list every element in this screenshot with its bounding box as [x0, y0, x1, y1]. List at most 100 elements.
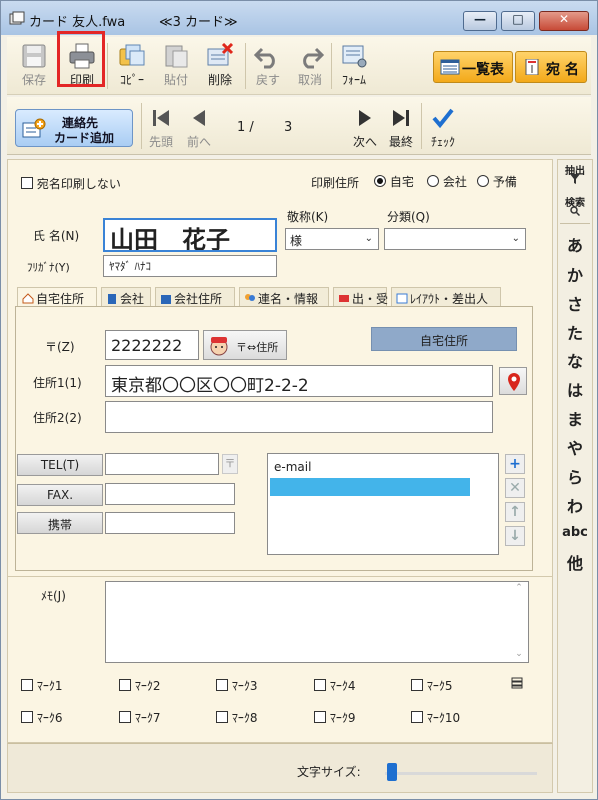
mark10-option[interactable]: ﾏｰｸ10 [411, 709, 460, 726]
previous-card-button[interactable]: 前へ [179, 105, 219, 153]
tab-layout-sender[interactable]: ﾚｲｱｳﾄ・差出人 [391, 287, 501, 307]
tel-input[interactable] [105, 453, 219, 475]
mark7-checkbox[interactable] [119, 711, 131, 723]
maximize-button[interactable]: □ [501, 11, 535, 31]
mark2-checkbox[interactable] [119, 679, 131, 691]
redo-button[interactable]: 取消 [287, 41, 333, 91]
radio-home[interactable] [374, 175, 386, 187]
add-email-button[interactable]: + [505, 454, 525, 474]
mark2-option[interactable]: ﾏｰｸ2 [119, 677, 160, 694]
radio-home-option[interactable]: 自宅 [374, 173, 414, 190]
index-ha[interactable]: は [558, 377, 592, 401]
save-button[interactable]: 保存 [11, 41, 57, 91]
mark1-option[interactable]: ﾏｰｸ1 [21, 677, 62, 694]
mark4-checkbox[interactable] [314, 679, 326, 691]
undo-button[interactable]: 戻す [245, 41, 291, 91]
add-contact-card-button[interactable]: 連絡先 カード追加 [15, 109, 133, 147]
layout-icon [396, 293, 408, 304]
scroll-up-icon[interactable]: ⌃ [511, 583, 527, 593]
radio-spare-option[interactable]: 予備 [477, 173, 517, 190]
address1-input[interactable]: 東京都〇〇区〇〇町2-2-2 [105, 365, 493, 397]
tab-joint-names-info[interactable]: 連名・情報 [239, 287, 329, 307]
fax-input[interactable] [105, 483, 235, 505]
tab-company-address[interactable]: 会社住所 [155, 287, 235, 307]
minimize-button[interactable]: — [463, 11, 497, 31]
category-select[interactable]: ⌄ [384, 228, 526, 250]
index-wa[interactable]: わ [558, 493, 592, 517]
radio-company[interactable] [427, 175, 439, 187]
undo-label: 戻す [255, 73, 280, 87]
no-print-option[interactable]: 宛名印刷しない [21, 175, 121, 192]
index-na[interactable]: な [558, 348, 592, 372]
mark3-checkbox[interactable] [216, 679, 228, 691]
memo-scrollbar[interactable]: ⌃ ⌄ [511, 583, 527, 661]
list-view-button[interactable]: 一覧表 [433, 51, 513, 83]
index-ma[interactable]: ま [558, 406, 592, 430]
mobile-button[interactable]: 携帯 [17, 512, 103, 534]
font-size-slider-thumb[interactable] [387, 763, 397, 781]
next-card-button[interactable]: 次へ [345, 105, 385, 153]
mark1-checkbox[interactable] [21, 679, 33, 691]
check-button[interactable]: ﾁｪｯｸ [423, 105, 463, 153]
mark10-checkbox[interactable] [411, 711, 423, 723]
radio-spare[interactable] [477, 175, 489, 187]
mark9-checkbox[interactable] [314, 711, 326, 723]
filter-icon[interactable] [570, 174, 580, 184]
tab-home-address[interactable]: 自宅住所 [17, 287, 97, 307]
close-button[interactable]: ✕ [539, 11, 589, 31]
search-icon[interactable] [570, 206, 580, 216]
index-other[interactable]: 他 [558, 550, 592, 574]
mark4-option[interactable]: ﾏｰｸ4 [314, 677, 355, 694]
move-up-button[interactable]: ↑ [505, 502, 525, 522]
mark3-option[interactable]: ﾏｰｸ3 [216, 677, 257, 694]
mark-settings-icon[interactable] [511, 677, 523, 689]
copy-button[interactable]: ｺﾋﾟｰ [109, 41, 155, 91]
tab-company[interactable]: 会社 [101, 287, 151, 307]
honorific-select[interactable]: 様 ⌄ [285, 228, 379, 250]
index-a[interactable]: あ [558, 232, 592, 256]
map-pin-button[interactable] [499, 367, 527, 395]
no-print-checkbox[interactable] [21, 177, 33, 189]
remove-email-button[interactable]: ✕ [505, 478, 525, 498]
mark8-option[interactable]: ﾏｰｸ8 [216, 709, 257, 726]
tel-button[interactable]: TEL(T) [17, 454, 103, 476]
furigana-input[interactable]: ﾔﾏﾀﾞ ﾊﾅｺ [103, 255, 277, 277]
move-down-button[interactable]: ↓ [505, 526, 525, 546]
mark7-option[interactable]: ﾏｰｸ7 [119, 709, 160, 726]
address-button[interactable]: 宛 名 [515, 51, 587, 83]
mobile-input[interactable] [105, 512, 235, 534]
form-button[interactable]: ﾌｫｰﾑ [331, 41, 377, 91]
postal-code-input[interactable]: 2222222 [105, 330, 199, 360]
index-ra[interactable]: ら [558, 464, 592, 488]
mark5-option[interactable]: ﾏｰｸ5 [411, 677, 452, 694]
mark5-checkbox[interactable] [411, 679, 423, 691]
name-input[interactable]: 山田 花子 [103, 218, 277, 252]
paste-button[interactable]: 貼付 [153, 41, 199, 91]
mark8-checkbox[interactable] [216, 711, 228, 723]
copy-label: ｺﾋﾟｰ [119, 73, 144, 87]
index-ya[interactable]: や [558, 435, 592, 459]
email-selected-row[interactable] [270, 478, 470, 496]
kana-index-bar: 抽出 検索 あ か さ た な は ま や ら わ abc 他 [557, 159, 593, 793]
memo-textarea[interactable] [105, 581, 529, 663]
index-ta[interactable]: た [558, 320, 592, 344]
email-list[interactable]: e-mail [267, 453, 499, 555]
tab-sent-received[interactable]: 出・受 [333, 287, 388, 307]
fax-button[interactable]: FAX. [17, 484, 103, 506]
mark9-option[interactable]: ﾏｰｸ9 [314, 709, 355, 726]
first-card-button[interactable]: 先頭 [141, 105, 181, 153]
index-sa[interactable]: さ [558, 291, 592, 315]
index-abc[interactable]: abc [558, 525, 592, 540]
postal-address-convert-button[interactable]: 〒⇔住所 [203, 330, 287, 360]
mark6-checkbox[interactable] [21, 711, 33, 723]
radio-company-option[interactable]: 会社 [427, 173, 467, 190]
last-card-button[interactable]: 最終 [381, 105, 421, 153]
scroll-down-icon[interactable]: ⌄ [511, 649, 527, 659]
mark6-option[interactable]: ﾏｰｸ6 [21, 709, 62, 726]
postcard-icon [525, 59, 539, 75]
font-size-slider-track[interactable] [385, 772, 537, 775]
delete-button[interactable]: 削除 [197, 41, 243, 91]
tel-postal-icon[interactable]: 〒 [222, 454, 238, 474]
index-ka[interactable]: か [558, 262, 592, 286]
address2-input[interactable] [105, 401, 493, 433]
